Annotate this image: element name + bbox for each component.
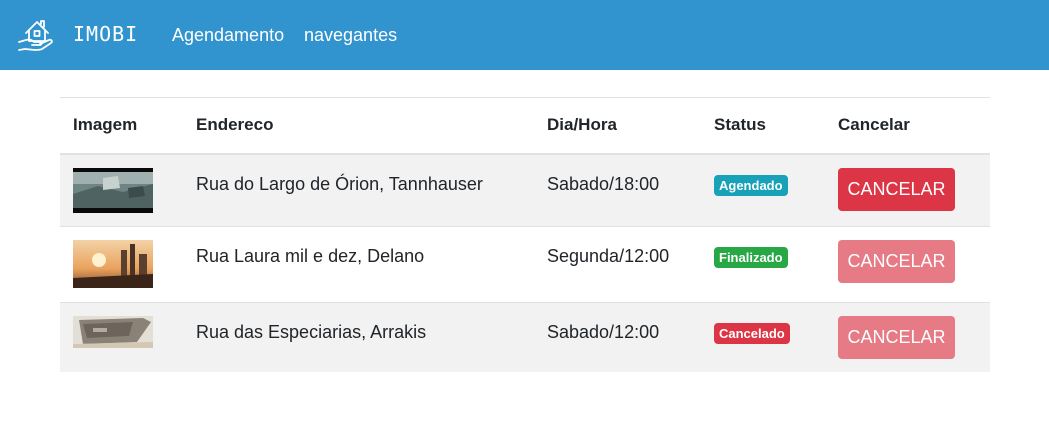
cancel-button[interactable]: CANCELAR [838, 167, 955, 211]
datetime-cell: Sabado/18:00 [547, 173, 660, 194]
appointments-table-container: Imagem Endereco Dia/Hora Status Cancelar [60, 97, 990, 372]
status-cell: Agendado [701, 154, 825, 227]
snowy-landscape-thumbnail [73, 167, 153, 213]
column-header-datetime: Dia/Hora [547, 115, 617, 135]
image-cell [60, 154, 183, 227]
datetime-cell: Sabado/12:00 [547, 322, 660, 342]
table-row: Rua das Especiarias, Arrakis Sabado/12:0… [60, 302, 990, 372]
cancel-cell: CANCELAR [825, 227, 990, 303]
cancel-button[interactable]: CANCELAR [838, 316, 955, 359]
column-header-cancel: Cancelar [838, 115, 910, 135]
column-header-image: Imagem [73, 115, 138, 135]
address-cell: Rua das Especiarias, Arrakis [196, 322, 427, 342]
image-cell [60, 227, 183, 303]
column-header-address: Endereco [196, 115, 274, 135]
nav-link-agendamento[interactable]: Agendamento [172, 25, 284, 46]
status-badge: Finalizado [714, 247, 788, 268]
desert-ship-thumbnail [73, 316, 153, 348]
house-in-hand-icon[interactable] [16, 13, 58, 55]
status-cell: Cancelado [701, 303, 825, 372]
column-header-status: Status [714, 115, 766, 135]
datetime-cell: Segunda/12:00 [547, 246, 670, 266]
navbar: IMOBI Agendamento navegantes [0, 0, 1049, 70]
cancel-button[interactable]: CANCELAR [838, 240, 955, 283]
sunset-city-thumbnail [73, 240, 153, 288]
brand-name[interactable]: IMOBI [73, 22, 138, 46]
table-header-row: Imagem Endereco Dia/Hora Status Cancelar [60, 97, 990, 154]
status-badge: Agendado [714, 174, 788, 196]
image-cell [60, 303, 183, 372]
table-row: Rua Laura mil e dez, Delano Segunda/12:0… [60, 226, 990, 303]
cancel-cell: CANCELAR [825, 303, 990, 372]
appointments-table: Imagem Endereco Dia/Hora Status Cancelar [60, 97, 990, 372]
status-cell: Finalizado [701, 227, 825, 303]
nav-link-navegantes[interactable]: navegantes [304, 25, 397, 46]
status-badge: Cancelado [714, 323, 790, 344]
address-cell: Rua Laura mil e dez, Delano [196, 246, 425, 266]
address-cell: Rua do Largo de Órion, Tannhauser [196, 173, 483, 194]
table-row: Rua do Largo de Órion, Tannhauser Sabado… [60, 153, 990, 227]
cancel-cell: CANCELAR [825, 154, 990, 227]
